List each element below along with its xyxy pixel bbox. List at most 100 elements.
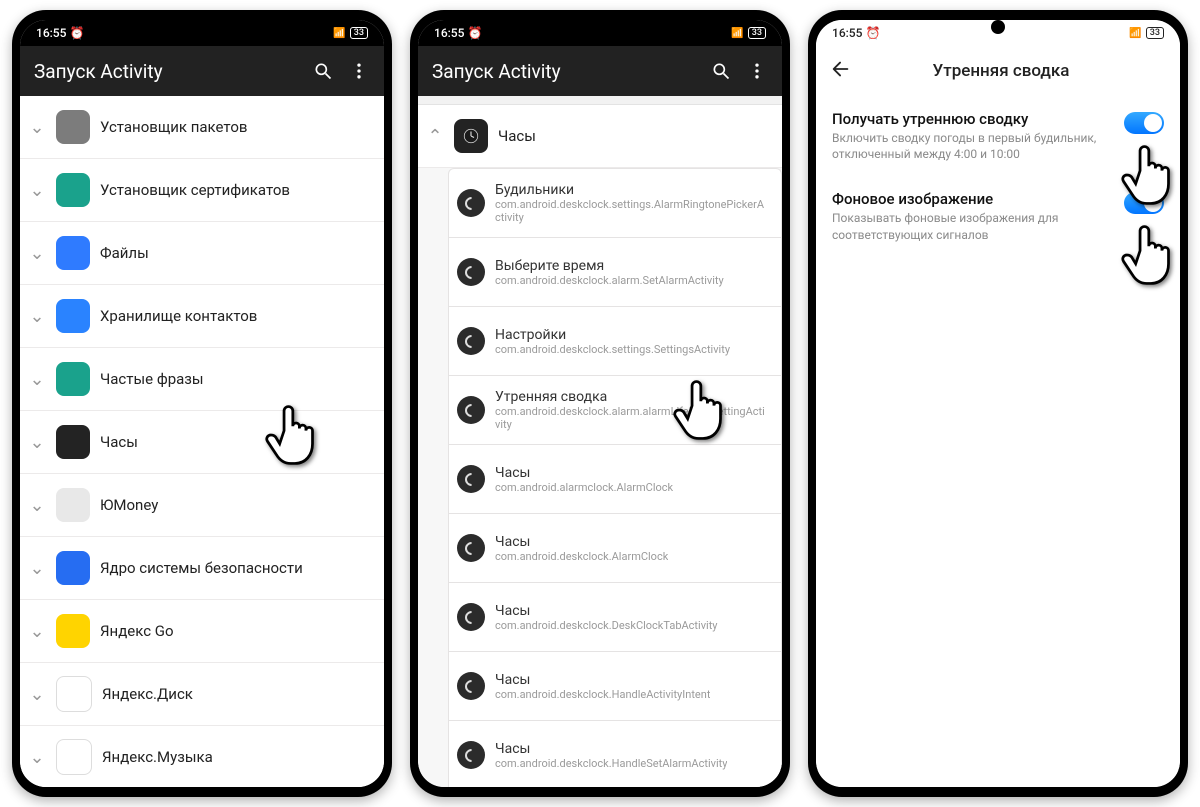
app-row[interactable]: ⌄ Часы xyxy=(20,411,384,474)
app-label: Часы xyxy=(100,433,138,451)
activity-row[interactable]: Часыcom.android.alarmclock.AlarmClock xyxy=(448,445,782,514)
activity-row[interactable]: Часыcom.android.deskclock.HandleActivity… xyxy=(448,652,782,721)
app-icon xyxy=(56,299,90,333)
app-label: Яндекс Go xyxy=(100,622,174,640)
activity-class: com.android.deskclock.settings.SettingsA… xyxy=(495,343,730,356)
alarm-icon: ⏰ xyxy=(467,26,482,40)
chevron-down-icon: ⌄ xyxy=(28,243,46,264)
battery-level: 33 xyxy=(350,27,368,39)
activity-title: Будильники xyxy=(495,182,769,198)
app-bar-title: Запуск Activity xyxy=(34,60,298,83)
app-icon xyxy=(56,425,90,459)
app-row[interactable]: ⌄ Яндекс.Музыка xyxy=(20,726,384,787)
setting-title: Фоновое изображение xyxy=(832,190,1112,208)
alarm-icon: ⏰ xyxy=(69,26,84,40)
app-label: ЮMoney xyxy=(100,496,158,514)
app-row[interactable]: ⌄ Файлы xyxy=(20,222,384,285)
chevron-down-icon: ⌄ xyxy=(28,747,46,768)
setting-desc: Показывать фоновые изображения для соотв… xyxy=(832,210,1112,242)
app-row[interactable]: ⌄Установщик пакетов xyxy=(20,96,384,159)
app-icon xyxy=(56,362,90,396)
app-row[interactable]: ⌄Яндекс.Диск xyxy=(20,663,384,726)
status-time: 16:55 xyxy=(36,26,66,40)
app-icon xyxy=(56,551,90,585)
app-bar: Запуск Activity xyxy=(20,46,384,96)
app-row[interactable]: ⌄Яндекс Go xyxy=(20,600,384,663)
chevron-down-icon: ⌄ xyxy=(28,306,46,327)
app-icon xyxy=(56,110,90,144)
phone-2: 16:55 ⏰ 📶 33 Запуск Activity ⌃ Часы Будил… xyxy=(410,10,790,797)
activity-class: com.android.deskclock.AlarmClock xyxy=(495,550,668,563)
activity-class: com.android.deskclock.alarm.alarmLifePos… xyxy=(495,405,769,431)
activity-title: Настройки xyxy=(495,327,730,343)
menu-dots-icon[interactable] xyxy=(348,60,370,82)
toggle-switch[interactable] xyxy=(1124,192,1164,214)
activity-class: com.android.alarmclock.AlarmClock xyxy=(495,481,673,494)
toggle-switch[interactable] xyxy=(1124,112,1164,134)
signal-icon: 📶 xyxy=(731,28,743,39)
app-row[interactable]: ⌄ Частые фразы xyxy=(20,348,384,411)
activity-sublist: Будильники com.android.deskclock.settings… xyxy=(418,168,782,787)
activity-list[interactable]: ⌃ Часы Будильники com.android.deskclock.s… xyxy=(418,96,782,787)
activity-row[interactable]: Часыcom.android.deskclock.DeskClockTabAc… xyxy=(448,583,782,652)
chevron-down-icon: ⌄ xyxy=(28,369,46,390)
status-time: 16:55 xyxy=(832,26,862,40)
settings-list: Получать утреннюю сводку Включить сводку … xyxy=(816,96,1180,787)
clock-icon xyxy=(457,189,485,217)
search-icon[interactable] xyxy=(710,60,732,82)
activity-title: Часы xyxy=(495,465,673,481)
app-label: Установщик пакетов xyxy=(100,118,247,136)
clock-icon xyxy=(457,396,485,424)
camera-notch xyxy=(991,20,1005,34)
clock-icon xyxy=(457,534,485,562)
app-label: Хранилище контактов xyxy=(100,307,257,325)
activity-row[interactable]: Будильникиcom.android.deskclock.settings… xyxy=(448,168,782,238)
setting-title: Получать утреннюю сводку xyxy=(832,110,1112,128)
camera-notch xyxy=(195,20,209,34)
app-icon xyxy=(56,739,92,775)
activity-class: com.android.deskclock.DeskClockTabActivi… xyxy=(495,619,718,632)
app-bar: Утренняя сводка xyxy=(816,46,1180,96)
app-icon xyxy=(56,676,92,712)
chevron-down-icon: ⌄ xyxy=(28,684,46,705)
activity-class: com.android.deskclock.HandleSetAlarmActi… xyxy=(495,757,727,770)
app-label: Установщик сертификатов xyxy=(100,181,290,199)
app-row[interactable]: ⌄ Установщик сертификатов xyxy=(20,159,384,222)
app-list[interactable]: ⌄Установщик пакетов⌄Установщик сертифика… xyxy=(20,96,384,787)
app-label: Частые фразы xyxy=(100,370,204,388)
setting-row: Получать утреннюю сводку Включить сводку … xyxy=(816,96,1180,176)
activity-row[interactable]: Часыcom.android.deskclock.AlarmClock xyxy=(448,514,782,583)
chevron-up-icon: ⌃ xyxy=(426,126,444,147)
expanded-app-row[interactable]: ⌃ Часы xyxy=(418,105,782,168)
app-row[interactable]: ⌄ Хранилище контактов xyxy=(20,285,384,348)
app-bar-title: Запуск Activity xyxy=(432,60,696,83)
app-icon xyxy=(56,173,90,207)
clock-icon xyxy=(457,741,485,769)
activity-title: Часы xyxy=(495,672,710,688)
setting-desc: Включить сводку погоды в первый будильни… xyxy=(832,130,1112,162)
phone-3: 16:55 ⏰ 📶33 Утренняя сводка Получать утр… xyxy=(808,10,1188,797)
activity-title: Часы xyxy=(495,603,718,619)
activity-row[interactable]: Настройкиcom.android.deskclock.settings.… xyxy=(448,307,782,376)
activity-row[interactable]: Часыcom.android.deskclock.HandleSetAlarm… xyxy=(448,721,782,787)
search-icon[interactable] xyxy=(312,60,334,82)
clock-icon xyxy=(457,327,485,355)
alarm-icon: ⏰ xyxy=(865,26,880,40)
menu-dots-icon[interactable] xyxy=(746,60,768,82)
app-row[interactable]: ⌄Ядро системы безопасности xyxy=(20,537,384,600)
activity-class: com.android.deskclock.alarm.SetAlarmActi… xyxy=(495,274,724,287)
activity-row[interactable]: Выберите времяcom.android.deskclock.alar… xyxy=(448,238,782,307)
status-time: 16:55 xyxy=(434,26,464,40)
battery-level: 33 xyxy=(748,27,766,39)
activity-row[interactable]: Утренняя сводкаcom.android.deskclock.ala… xyxy=(448,376,782,445)
clock-icon xyxy=(457,258,485,286)
app-label: Файлы xyxy=(100,244,149,262)
clock-icon xyxy=(457,672,485,700)
chevron-down-icon: ⌄ xyxy=(28,432,46,453)
chevron-down-icon: ⌄ xyxy=(28,180,46,201)
app-label: Яндекс.Музыка xyxy=(102,748,213,766)
app-icon xyxy=(56,236,90,270)
clock-icon xyxy=(457,603,485,631)
app-row[interactable]: ⌄ЮMoney xyxy=(20,474,384,537)
clock-icon xyxy=(457,465,485,493)
